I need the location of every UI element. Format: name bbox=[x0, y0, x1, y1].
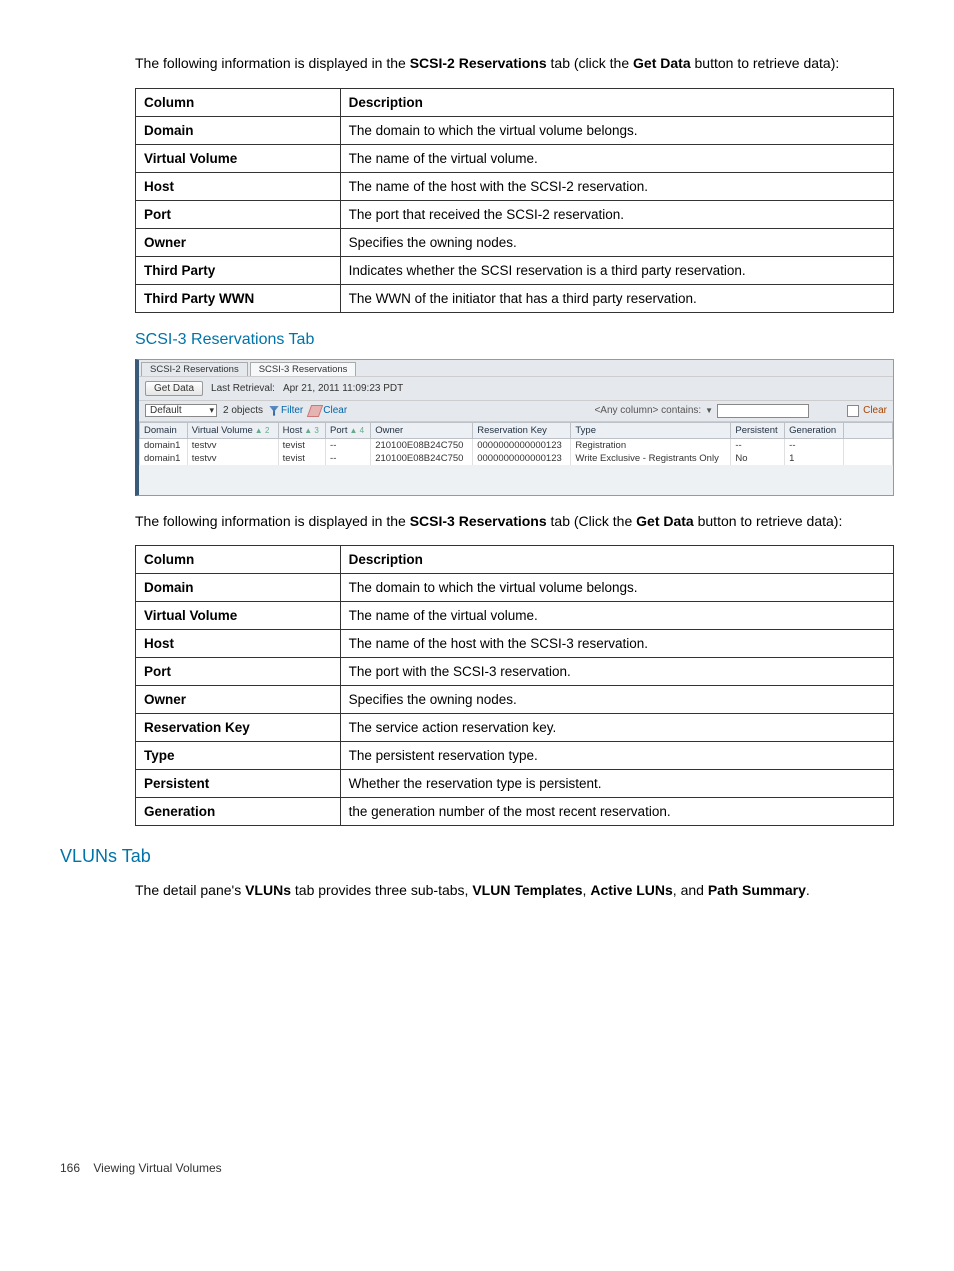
bold: SCSI-3 Reservations bbox=[410, 513, 547, 529]
page-footer: 166 Viewing Virtual Volumes bbox=[60, 1161, 894, 1175]
funnel-icon bbox=[269, 406, 279, 416]
grid-col-port[interactable]: Port▲ 4 bbox=[326, 422, 371, 438]
anycolumn-label: <Any column> contains: bbox=[594, 405, 701, 416]
get-data-button[interactable]: Get Data bbox=[145, 381, 203, 396]
vluns-intro: The detail pane's VLUNs tab provides thr… bbox=[135, 881, 894, 901]
search-input[interactable] bbox=[717, 404, 809, 418]
tab-scsi3[interactable]: SCSI-3 Reservations bbox=[250, 362, 357, 376]
table-row: Reservation KeyThe service action reserv… bbox=[136, 714, 894, 742]
grid-row[interactable]: domain1testvvtevist--210100E08B24C750000… bbox=[140, 452, 893, 465]
text: button to retrieve data): bbox=[694, 513, 843, 529]
bold: Get Data bbox=[633, 55, 691, 71]
scsi3-panel: SCSI-2 Reservations SCSI-3 Reservations … bbox=[135, 359, 894, 496]
col-header-description: Description bbox=[340, 546, 893, 574]
vluns-heading: VLUNs Tab bbox=[60, 846, 894, 867]
object-count: 2 objects bbox=[223, 405, 263, 416]
grid-col-domain[interactable]: Domain bbox=[140, 422, 188, 438]
sort-icon: ▲ 2 bbox=[255, 426, 270, 435]
scsi2-table: Column Description DomainThe domain to w… bbox=[135, 88, 894, 313]
scsi2-intro: The following information is displayed i… bbox=[135, 54, 894, 74]
grid-col-owner[interactable]: Owner bbox=[371, 422, 473, 438]
table-row: HostThe name of the host with the SCSI-3… bbox=[136, 630, 894, 658]
table-row: TypeThe persistent reservation type. bbox=[136, 742, 894, 770]
col-header-column: Column bbox=[136, 546, 341, 574]
sort-icon: ▲ 4 bbox=[349, 426, 364, 435]
footer-title: Viewing Virtual Volumes bbox=[93, 1161, 221, 1175]
scsi3-intro: The following information is displayed i… bbox=[135, 512, 894, 532]
text: button to retrieve data): bbox=[691, 55, 840, 71]
text: The following information is displayed i… bbox=[135, 55, 410, 71]
last-retrieval-label: Last Retrieval: bbox=[211, 383, 275, 394]
grid-col-type[interactable]: Type bbox=[571, 422, 731, 438]
scsi3-subhead: SCSI-3 Reservations Tab bbox=[135, 331, 894, 349]
eraser-icon bbox=[307, 405, 323, 417]
table-row: Virtual VolumeThe name of the virtual vo… bbox=[136, 602, 894, 630]
table-row: Third PartyIndicates whether the SCSI re… bbox=[136, 256, 894, 284]
filter-link[interactable]: Filter bbox=[269, 405, 303, 416]
tab-scsi2[interactable]: SCSI-2 Reservations bbox=[141, 362, 248, 376]
grid-col-host[interactable]: Host▲ 3 bbox=[278, 422, 325, 438]
table-row: OwnerSpecifies the owning nodes. bbox=[136, 686, 894, 714]
text: tab (click the bbox=[547, 55, 633, 71]
table-row: Virtual VolumeThe name of the virtual vo… bbox=[136, 144, 894, 172]
grid-col-vv[interactable]: Virtual Volume▲ 2 bbox=[187, 422, 278, 438]
table-row: PortThe port that received the SCSI-2 re… bbox=[136, 200, 894, 228]
bold: SCSI-2 Reservations bbox=[410, 55, 547, 71]
table-row: Third Party WWNThe WWN of the initiator … bbox=[136, 284, 894, 312]
chevron-down-icon[interactable]: ▼ bbox=[705, 406, 713, 415]
bold: Get Data bbox=[636, 513, 694, 529]
col-header-column: Column bbox=[136, 88, 341, 116]
grid-row[interactable]: domain1testvvtevist--210100E08B24C750000… bbox=[140, 438, 893, 452]
table-row: Generationthe generation number of the m… bbox=[136, 798, 894, 826]
table-row: HostThe name of the host with the SCSI-2… bbox=[136, 172, 894, 200]
col-header-description: Description bbox=[340, 88, 893, 116]
grid-col-generation[interactable]: Generation bbox=[785, 422, 844, 438]
table-row: PortThe port with the SCSI-3 reservation… bbox=[136, 658, 894, 686]
scsi3-table: Column Description DomainThe domain to w… bbox=[135, 545, 894, 826]
grid-col-rkey[interactable]: Reservation Key bbox=[473, 422, 571, 438]
text: tab (Click the bbox=[547, 513, 636, 529]
sort-icon: ▲ 3 bbox=[304, 426, 319, 435]
clear-link-2[interactable]: Clear bbox=[863, 405, 887, 416]
text: The following information is displayed i… bbox=[135, 513, 410, 529]
table-row: PersistentWhether the reservation type i… bbox=[136, 770, 894, 798]
table-row: DomainThe domain to which the virtual vo… bbox=[136, 574, 894, 602]
grid-col-persistent[interactable]: Persistent bbox=[731, 422, 785, 438]
reservations-grid: Domain Virtual Volume▲ 2 Host▲ 3 Port▲ 4… bbox=[139, 422, 893, 465]
table-row: DomainThe domain to which the virtual vo… bbox=[136, 116, 894, 144]
grid-col-spacer bbox=[844, 422, 893, 438]
clear-link[interactable]: Clear bbox=[309, 405, 347, 417]
domain-select[interactable]: Default bbox=[145, 404, 217, 417]
table-row: OwnerSpecifies the owning nodes. bbox=[136, 228, 894, 256]
last-retrieval-value: Apr 21, 2011 11:09:23 PDT bbox=[283, 383, 403, 394]
sheet-icon[interactable] bbox=[847, 405, 859, 417]
page-number: 166 bbox=[60, 1161, 80, 1175]
